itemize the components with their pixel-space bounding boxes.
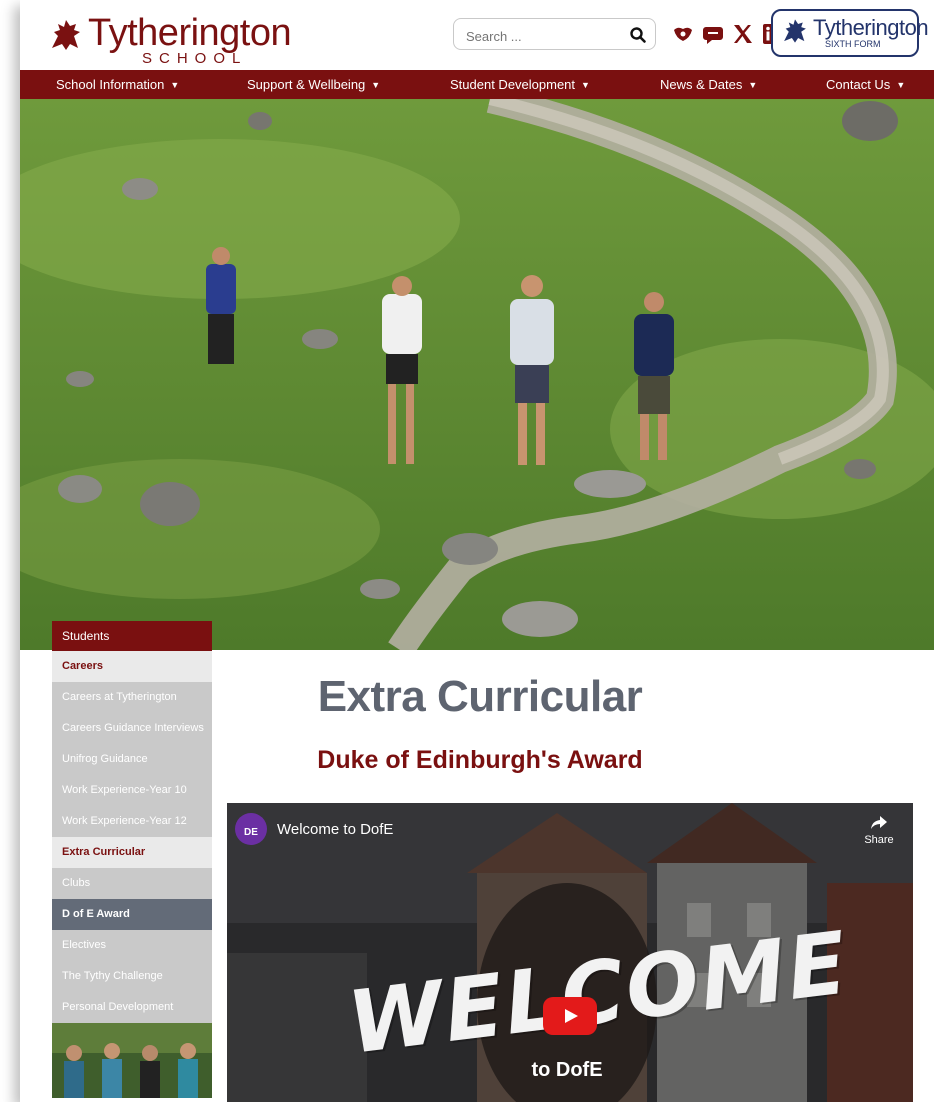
nav-school-information[interactable]: School Information ▼ [56, 70, 179, 99]
search-box[interactable] [453, 18, 656, 50]
nav-label: School Information [56, 77, 165, 92]
sidebar-item-personal-development[interactable]: Personal Development [52, 992, 212, 1023]
sidebar-heading[interactable]: Students [52, 621, 212, 651]
nav-student-development[interactable]: Student Development ▼ [450, 70, 590, 99]
sidebar-item-electives[interactable]: Electives [52, 930, 212, 961]
sixth-form-sub: SIXTH FORM [825, 39, 881, 49]
feedback-icon[interactable] [701, 22, 725, 46]
school-logo[interactable]: Tytherington SCHOOL [48, 12, 308, 67]
sway-icon[interactable] [671, 22, 695, 46]
chevron-down-icon: ▼ [371, 80, 381, 90]
share-icon [871, 816, 887, 829]
nav-label: Student Development [450, 77, 576, 92]
sidebar-item-careers-at-tytherington[interactable]: Careers at Tytherington [52, 682, 212, 713]
chevron-down-icon: ▼ [581, 80, 590, 90]
sidebar-item-unifrog-guidance[interactable]: Unifrog Guidance [52, 744, 212, 775]
hero-image [20, 99, 934, 650]
logo-name: Tytherington [88, 12, 292, 54]
chevron-down-icon: ▼ [896, 80, 906, 90]
video-title[interactable]: Welcome to DofE [277, 821, 393, 838]
sidebar-item-clubs[interactable]: Clubs [52, 868, 212, 899]
nav-contact-us[interactable]: Contact Us ▼ [826, 70, 905, 99]
nav-label: News & Dates [660, 77, 743, 92]
main-nav: School Information ▼ Support & Wellbeing ▼… [20, 70, 934, 99]
sidebar-nav: Students Careers Careers at Tytherington… [52, 621, 212, 1098]
sidebar-photo [52, 1023, 212, 1098]
hiking-photo [20, 99, 934, 650]
share-button[interactable]: Share [859, 815, 899, 846]
play-button[interactable] [543, 997, 597, 1035]
sixth-form-logo[interactable]: Tytherington SIXTH FORM [771, 9, 929, 57]
channel-avatar[interactable]: DE [235, 813, 267, 845]
nav-label: Contact Us [826, 77, 891, 92]
sidebar-item-careers[interactable]: Careers [52, 651, 212, 682]
search-icon[interactable] [629, 26, 647, 44]
share-label: Share [864, 834, 894, 846]
logo-school: SCHOOL [142, 50, 248, 67]
chevron-down-icon: ▼ [170, 80, 180, 90]
sidebar-item-careers-guidance-interviews[interactable]: Careers Guidance Interviews [52, 713, 212, 744]
search-input[interactable] [464, 26, 618, 46]
crest-icon [784, 19, 806, 43]
nav-news-dates[interactable]: News & Dates ▼ [660, 70, 757, 99]
nav-support-wellbeing[interactable]: Support & Wellbeing ▼ [247, 70, 380, 99]
sidebar-item-work-experience-year-12[interactable]: Work Experience-Year 12 [52, 806, 212, 837]
page-title: Extra Curricular [317, 672, 643, 721]
sidebar-item-tythy-challenge[interactable]: The Tythy Challenge [52, 961, 212, 992]
page-frame: Tytherington SCHOOL Search ... Tythering… [20, 0, 934, 1102]
video-embed[interactable]: DE Welcome to DofE Share WELCOME to DofE [227, 803, 913, 1102]
page-subtitle: Duke of Edinburgh's Award [317, 746, 643, 774]
sidebar-item-work-experience-year-10[interactable]: Work Experience-Year 10 [52, 775, 212, 806]
sidebar-item-extra-curricular[interactable]: Extra Curricular [52, 837, 212, 868]
site-header: Tytherington SCHOOL Search ... Tythering… [20, 0, 934, 70]
x-icon[interactable] [731, 22, 755, 46]
video-overlay-sub: to DofE [531, 1059, 603, 1081]
sixth-form-name: Tytherington [813, 15, 929, 40]
sidebar-item-d-of-e-award[interactable]: D of E Award [52, 899, 212, 930]
crest-icon [52, 20, 80, 50]
nav-label: Support & Wellbeing [247, 77, 366, 92]
chevron-down-icon: ▼ [748, 80, 758, 90]
